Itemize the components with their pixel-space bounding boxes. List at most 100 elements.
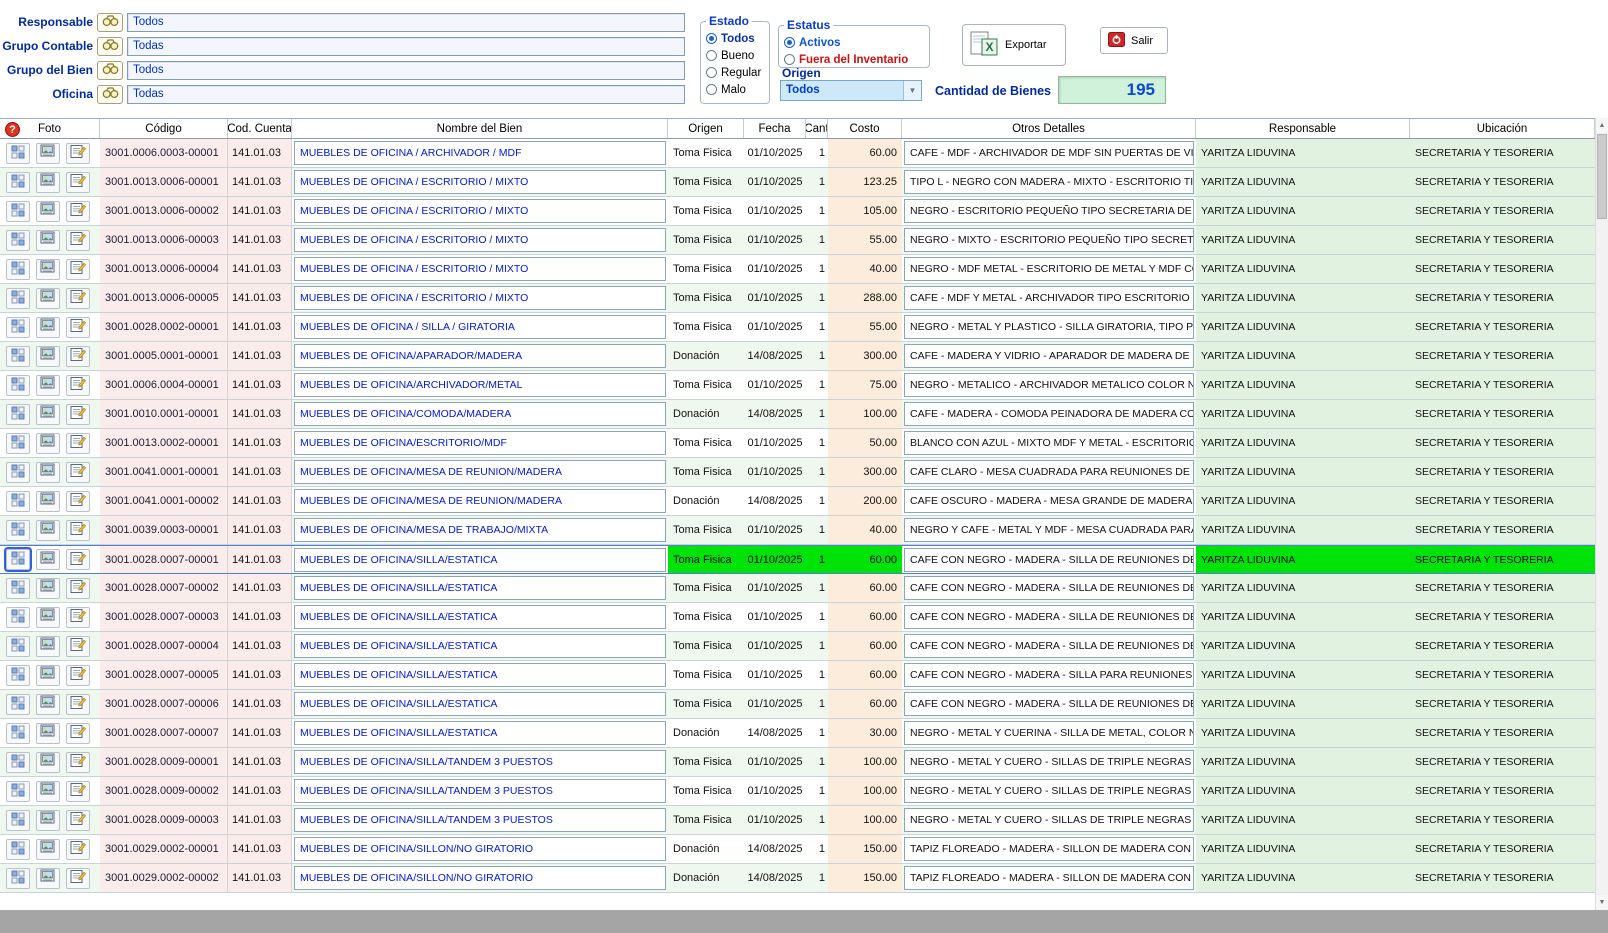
detail-grid-button[interactable] bbox=[6, 259, 30, 280]
photo-viewer-button[interactable] bbox=[36, 839, 60, 860]
detail-grid-button[interactable] bbox=[6, 201, 30, 222]
photo-viewer-button[interactable] bbox=[36, 346, 60, 367]
radio-option-todos[interactable]: Todos bbox=[706, 30, 764, 47]
table-row[interactable]: 3001.0029.0002-00002141.01.03MUEBLES DE … bbox=[0, 864, 1595, 893]
help-icon[interactable]: ? bbox=[5, 122, 20, 137]
detail-grid-button[interactable] bbox=[6, 288, 30, 309]
photo-viewer-button[interactable] bbox=[36, 259, 60, 280]
detail-grid-button[interactable] bbox=[6, 491, 30, 512]
detail-grid-button[interactable] bbox=[6, 433, 30, 454]
detail-grid-button[interactable] bbox=[6, 665, 30, 686]
edit-form-button[interactable] bbox=[66, 462, 90, 483]
radio-option-regular[interactable]: Regular bbox=[706, 64, 764, 81]
table-row[interactable]: 3001.0013.0006-00002141.01.03MUEBLES DE … bbox=[0, 197, 1595, 226]
table-row[interactable]: 3001.0013.0006-00005141.01.03MUEBLES DE … bbox=[0, 284, 1595, 313]
table-row[interactable]: 3001.0028.0002-00001141.01.03MUEBLES DE … bbox=[0, 313, 1595, 342]
scrollbar-thumb[interactable] bbox=[1597, 134, 1607, 219]
detail-grid-button[interactable] bbox=[6, 549, 30, 570]
edit-form-button[interactable] bbox=[66, 375, 90, 396]
photo-viewer-button[interactable] bbox=[36, 810, 60, 831]
detail-grid-button[interactable] bbox=[6, 375, 30, 396]
photo-viewer-button[interactable] bbox=[36, 607, 60, 628]
edit-form-button[interactable] bbox=[66, 549, 90, 570]
edit-form-button[interactable] bbox=[66, 781, 90, 802]
photo-viewer-button[interactable] bbox=[36, 230, 60, 251]
table-row[interactable]: 3001.0005.0001-00001141.01.03MUEBLES DE … bbox=[0, 342, 1595, 371]
table-row[interactable]: 3001.0028.0007-00004141.01.03MUEBLES DE … bbox=[0, 632, 1595, 661]
chevron-down-icon[interactable]: ▼ bbox=[903, 81, 921, 100]
edit-form-button[interactable] bbox=[66, 810, 90, 831]
table-row[interactable]: 3001.0006.0003-00001141.01.03MUEBLES DE … bbox=[0, 139, 1595, 168]
binoculars-search-button[interactable] bbox=[97, 37, 123, 56]
table-row[interactable]: 3001.0028.0007-00005141.01.03MUEBLES DE … bbox=[0, 661, 1595, 690]
radio-option-bueno[interactable]: Bueno bbox=[706, 47, 764, 64]
photo-viewer-button[interactable] bbox=[36, 520, 60, 541]
scroll-down-arrow-icon[interactable]: ▼ bbox=[1596, 895, 1608, 910]
detail-grid-button[interactable] bbox=[6, 520, 30, 541]
edit-form-button[interactable] bbox=[66, 346, 90, 367]
vertical-scrollbar[interactable]: ▲ ▼ bbox=[1595, 118, 1608, 910]
photo-viewer-button[interactable] bbox=[36, 636, 60, 657]
edit-form-button[interactable] bbox=[66, 868, 90, 889]
edit-form-button[interactable] bbox=[66, 404, 90, 425]
binoculars-search-button[interactable] bbox=[97, 85, 123, 104]
table-row[interactable]: 3001.0039.0003-00001141.01.03MUEBLES DE … bbox=[0, 516, 1595, 545]
detail-grid-button[interactable] bbox=[6, 868, 30, 889]
table-row[interactable]: 3001.0010.0001-00001141.01.03MUEBLES DE … bbox=[0, 400, 1595, 429]
edit-form-button[interactable] bbox=[66, 665, 90, 686]
binoculars-search-button[interactable] bbox=[97, 61, 123, 80]
edit-form-button[interactable] bbox=[66, 723, 90, 744]
edit-form-button[interactable] bbox=[66, 317, 90, 338]
table-row[interactable]: 3001.0028.0009-00002141.01.03MUEBLES DE … bbox=[0, 777, 1595, 806]
filter-value-input[interactable]: Todos bbox=[127, 13, 685, 32]
photo-viewer-button[interactable] bbox=[36, 665, 60, 686]
filter-value-input[interactable]: Todas bbox=[127, 85, 685, 104]
photo-viewer-button[interactable] bbox=[36, 752, 60, 773]
edit-form-button[interactable] bbox=[66, 607, 90, 628]
detail-grid-button[interactable] bbox=[6, 317, 30, 338]
table-row[interactable]: 3001.0028.0007-00007141.01.03MUEBLES DE … bbox=[0, 719, 1595, 748]
photo-viewer-button[interactable] bbox=[36, 549, 60, 570]
photo-viewer-button[interactable] bbox=[36, 868, 60, 889]
photo-viewer-button[interactable] bbox=[36, 462, 60, 483]
exit-button[interactable]: Salir bbox=[1100, 27, 1168, 54]
photo-viewer-button[interactable] bbox=[36, 491, 60, 512]
edit-form-button[interactable] bbox=[66, 259, 90, 280]
binoculars-search-button[interactable] bbox=[97, 13, 123, 32]
detail-grid-button[interactable] bbox=[6, 607, 30, 628]
photo-viewer-button[interactable] bbox=[36, 694, 60, 715]
edit-form-button[interactable] bbox=[66, 752, 90, 773]
detail-grid-button[interactable] bbox=[6, 404, 30, 425]
photo-viewer-button[interactable] bbox=[36, 433, 60, 454]
photo-viewer-button[interactable] bbox=[36, 317, 60, 338]
detail-grid-button[interactable] bbox=[6, 839, 30, 860]
photo-viewer-button[interactable] bbox=[36, 201, 60, 222]
table-row[interactable]: 3001.0013.0002-00001141.01.03MUEBLES DE … bbox=[0, 429, 1595, 458]
export-button[interactable]: X Exportar bbox=[962, 24, 1066, 66]
table-row[interactable]: 3001.0013.0006-00001141.01.03MUEBLES DE … bbox=[0, 168, 1595, 197]
edit-form-button[interactable] bbox=[66, 288, 90, 309]
detail-grid-button[interactable] bbox=[6, 230, 30, 251]
table-row[interactable]: 3001.0028.0007-00003141.01.03MUEBLES DE … bbox=[0, 603, 1595, 632]
edit-form-button[interactable] bbox=[66, 520, 90, 541]
photo-viewer-button[interactable] bbox=[36, 375, 60, 396]
origen-dropdown[interactable]: Todos ▼ bbox=[780, 80, 922, 101]
photo-viewer-button[interactable] bbox=[36, 172, 60, 193]
table-row[interactable]: 3001.0028.0009-00001141.01.03MUEBLES DE … bbox=[0, 748, 1595, 777]
table-row[interactable]: 3001.0028.0007-00006141.01.03MUEBLES DE … bbox=[0, 690, 1595, 719]
edit-form-button[interactable] bbox=[66, 694, 90, 715]
edit-form-button[interactable] bbox=[66, 230, 90, 251]
table-row[interactable]: 3001.0013.0006-00003141.01.03MUEBLES DE … bbox=[0, 226, 1595, 255]
edit-form-button[interactable] bbox=[66, 636, 90, 657]
edit-form-button[interactable] bbox=[66, 839, 90, 860]
table-row[interactable]: 3001.0006.0004-00001141.01.03MUEBLES DE … bbox=[0, 371, 1595, 400]
photo-viewer-button[interactable] bbox=[36, 404, 60, 425]
table-row[interactable]: 3001.0028.0007-00001141.01.03MUEBLES DE … bbox=[0, 545, 1595, 574]
detail-grid-button[interactable] bbox=[6, 578, 30, 599]
detail-grid-button[interactable] bbox=[6, 723, 30, 744]
detail-grid-button[interactable] bbox=[6, 143, 30, 164]
table-row[interactable]: 3001.0028.0009-00003141.01.03MUEBLES DE … bbox=[0, 806, 1595, 835]
detail-grid-button[interactable] bbox=[6, 781, 30, 802]
radio-option-malo[interactable]: Malo bbox=[706, 81, 764, 98]
table-row[interactable]: 3001.0041.0001-00002141.01.03MUEBLES DE … bbox=[0, 487, 1595, 516]
